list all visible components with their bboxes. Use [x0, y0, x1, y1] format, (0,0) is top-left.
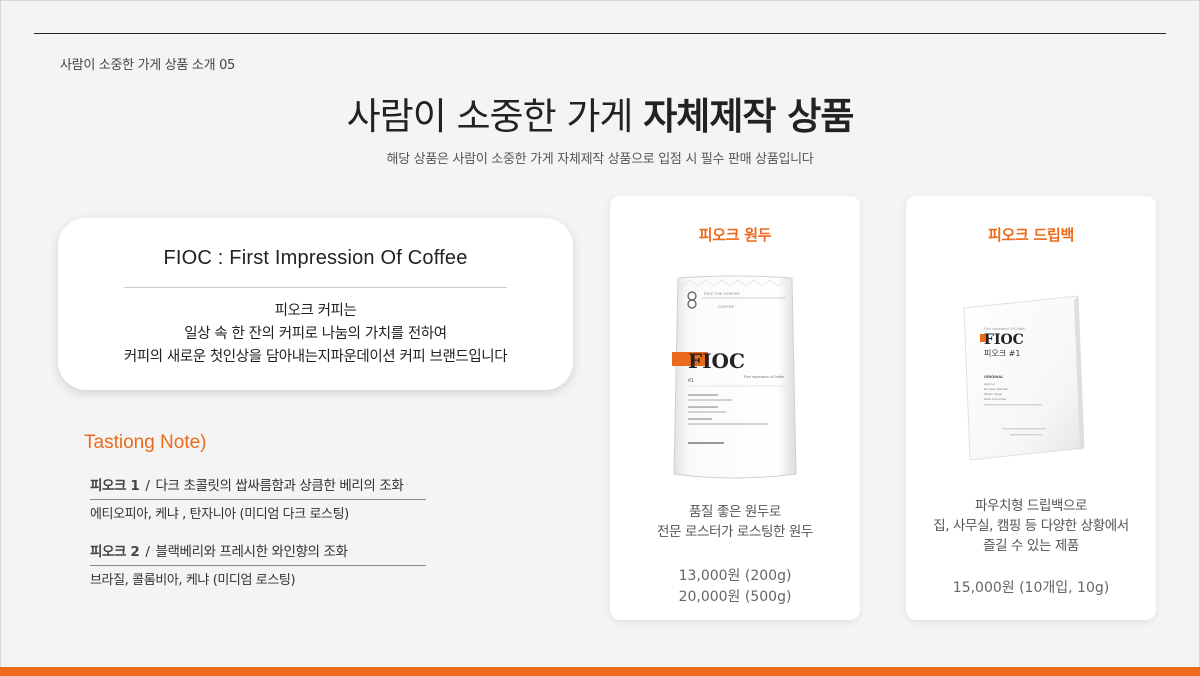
- drip-bag-box-image: First Impression Of Coffee FIOC 피오크 #1 O…: [963, 295, 1085, 461]
- intro-line: 일상 속 한 잔의 커피로 나눔의 가치를 전하여: [184, 326, 447, 342]
- section-label: 사람이 소중한 가게 상품 소개 05: [60, 58, 236, 73]
- tasting-note-row: 피오크 2 / 블랙베리와 프레시한 와인향의 조화: [90, 540, 426, 566]
- page-title-regular: 사람이 소중한 가게: [346, 95, 644, 138]
- page-subtitle: 해당 상품은 사람이 소중한 가게 자체제작 상품으로 입점 시 필수 판매 상…: [386, 152, 814, 167]
- product-title: 피오크 원두: [698, 226, 772, 244]
- coffee-bag-image: FIOC THE COFFEE COFFEE FIOC #1 First Imp…: [672, 275, 797, 479]
- tasting-note-desc: 블랙베리와 프레시한 와인향의 조화: [155, 544, 348, 560]
- box-notes-title: ORIGINAL: [984, 374, 1004, 379]
- product-desc-line: 전문 로스터가 로스팅한 원두: [657, 524, 813, 540]
- bag-brand-text: FIOC: [688, 349, 745, 373]
- bag-side-text: First Impression of Coffee: [744, 375, 784, 379]
- page-title: 사람이 소중한 가게 자체제작 상품: [0, 86, 1200, 140]
- brand-intro-title: FIOC : First Impression Of Coffee: [163, 247, 468, 269]
- tasting-note-desc: 다크 초콜릿의 쌉싸름함과 상큼한 베리의 조화: [155, 478, 404, 494]
- tasting-note-origin: 에티오피아, 케냐 , 탄자니아 (미디엄 다크 로스팅): [90, 507, 349, 522]
- product-desc-line: 파우치형 드립백으로: [974, 498, 1088, 514]
- intro-line: 피오크 커피는: [274, 303, 357, 319]
- page-title-bold: 자체제작 상품: [643, 95, 854, 138]
- tasting-note-row: 피오크 1 / 다크 초콜릿의 쌉싸름함과 상큼한 베리의 조화: [90, 474, 426, 500]
- intro-line: 커피의 새로운 첫인상을 담아내는지파운데이션 커피 브랜드입니다: [123, 349, 508, 365]
- bag-small-text: FIOC THE COFFEE: [704, 291, 740, 296]
- product-desc-line: 품질 좋은 원두로: [689, 504, 781, 520]
- product-description: 파우치형 드립백으로 집, 사무실, 캠핑 등 다양한 상황에서 즐길 수 있는…: [906, 496, 1156, 556]
- bag-tag-text: COFFEE: [718, 304, 735, 309]
- tasting-note-slash: /: [145, 478, 150, 494]
- product-description: 품질 좋은 원두로 전문 로스터가 로스팅한 원두: [610, 502, 860, 542]
- box-note: Dark Chocolate: [984, 397, 1007, 401]
- brand-intro-card: FIOC : First Impression Of Coffee 피오크 커피…: [58, 218, 573, 390]
- product-price: 13,000원 (200g): [678, 568, 792, 584]
- product-price: 20,000원 (500g): [678, 589, 792, 605]
- product-price: 15,000원 (10개입, 10g): [952, 580, 1110, 596]
- tasting-note-origin: 브라질, 콜롬비아, 케냐 (미디엄 로스팅): [90, 573, 296, 588]
- box-small-text: First Impression Of Coffee: [984, 327, 1025, 331]
- product-card-dripbag: 피오크 드립백 First Impression Of Coffee FIOC …: [906, 196, 1156, 620]
- product-prices: 13,000원 (200g) 20,000원 (500g): [610, 566, 860, 608]
- intro-divider: [124, 287, 507, 288]
- bottom-accent-bar: [0, 667, 1200, 676]
- product-desc-line: 집, 사무실, 캠핑 등 다양한 상황에서: [933, 518, 1129, 534]
- product-card-beans: 피오크 원두 FIOC THE COFFEE COFFEE FIOC #1 Fi…: [610, 196, 860, 620]
- product-title: 피오크 드립백: [988, 226, 1074, 244]
- box-note: Roasted Almond: [984, 387, 1008, 391]
- brand-intro-text: 피오크 커피는 일상 속 한 잔의 커피로 나눔의 가치를 전하여 커피의 새로…: [58, 300, 573, 369]
- product-desc-line: 즐길 수 있는 제품: [983, 538, 1079, 554]
- box-note: Maple Syrup: [984, 392, 1002, 396]
- box-note: Apricot: [984, 382, 995, 386]
- bag-number-text: #1: [688, 378, 694, 384]
- tasting-note-name: 피오크 2: [90, 544, 140, 560]
- tasting-note-heading: Tastiong Note): [84, 432, 207, 453]
- top-divider: [34, 33, 1166, 34]
- tasting-note-name: 피오크 1: [90, 478, 140, 494]
- box-subname-text: 피오크 #1: [984, 349, 1020, 358]
- tasting-note-slash: /: [145, 544, 150, 560]
- box-brand-text: FIOC: [984, 332, 1024, 348]
- product-prices: 15,000원 (10개입, 10g): [906, 578, 1156, 599]
